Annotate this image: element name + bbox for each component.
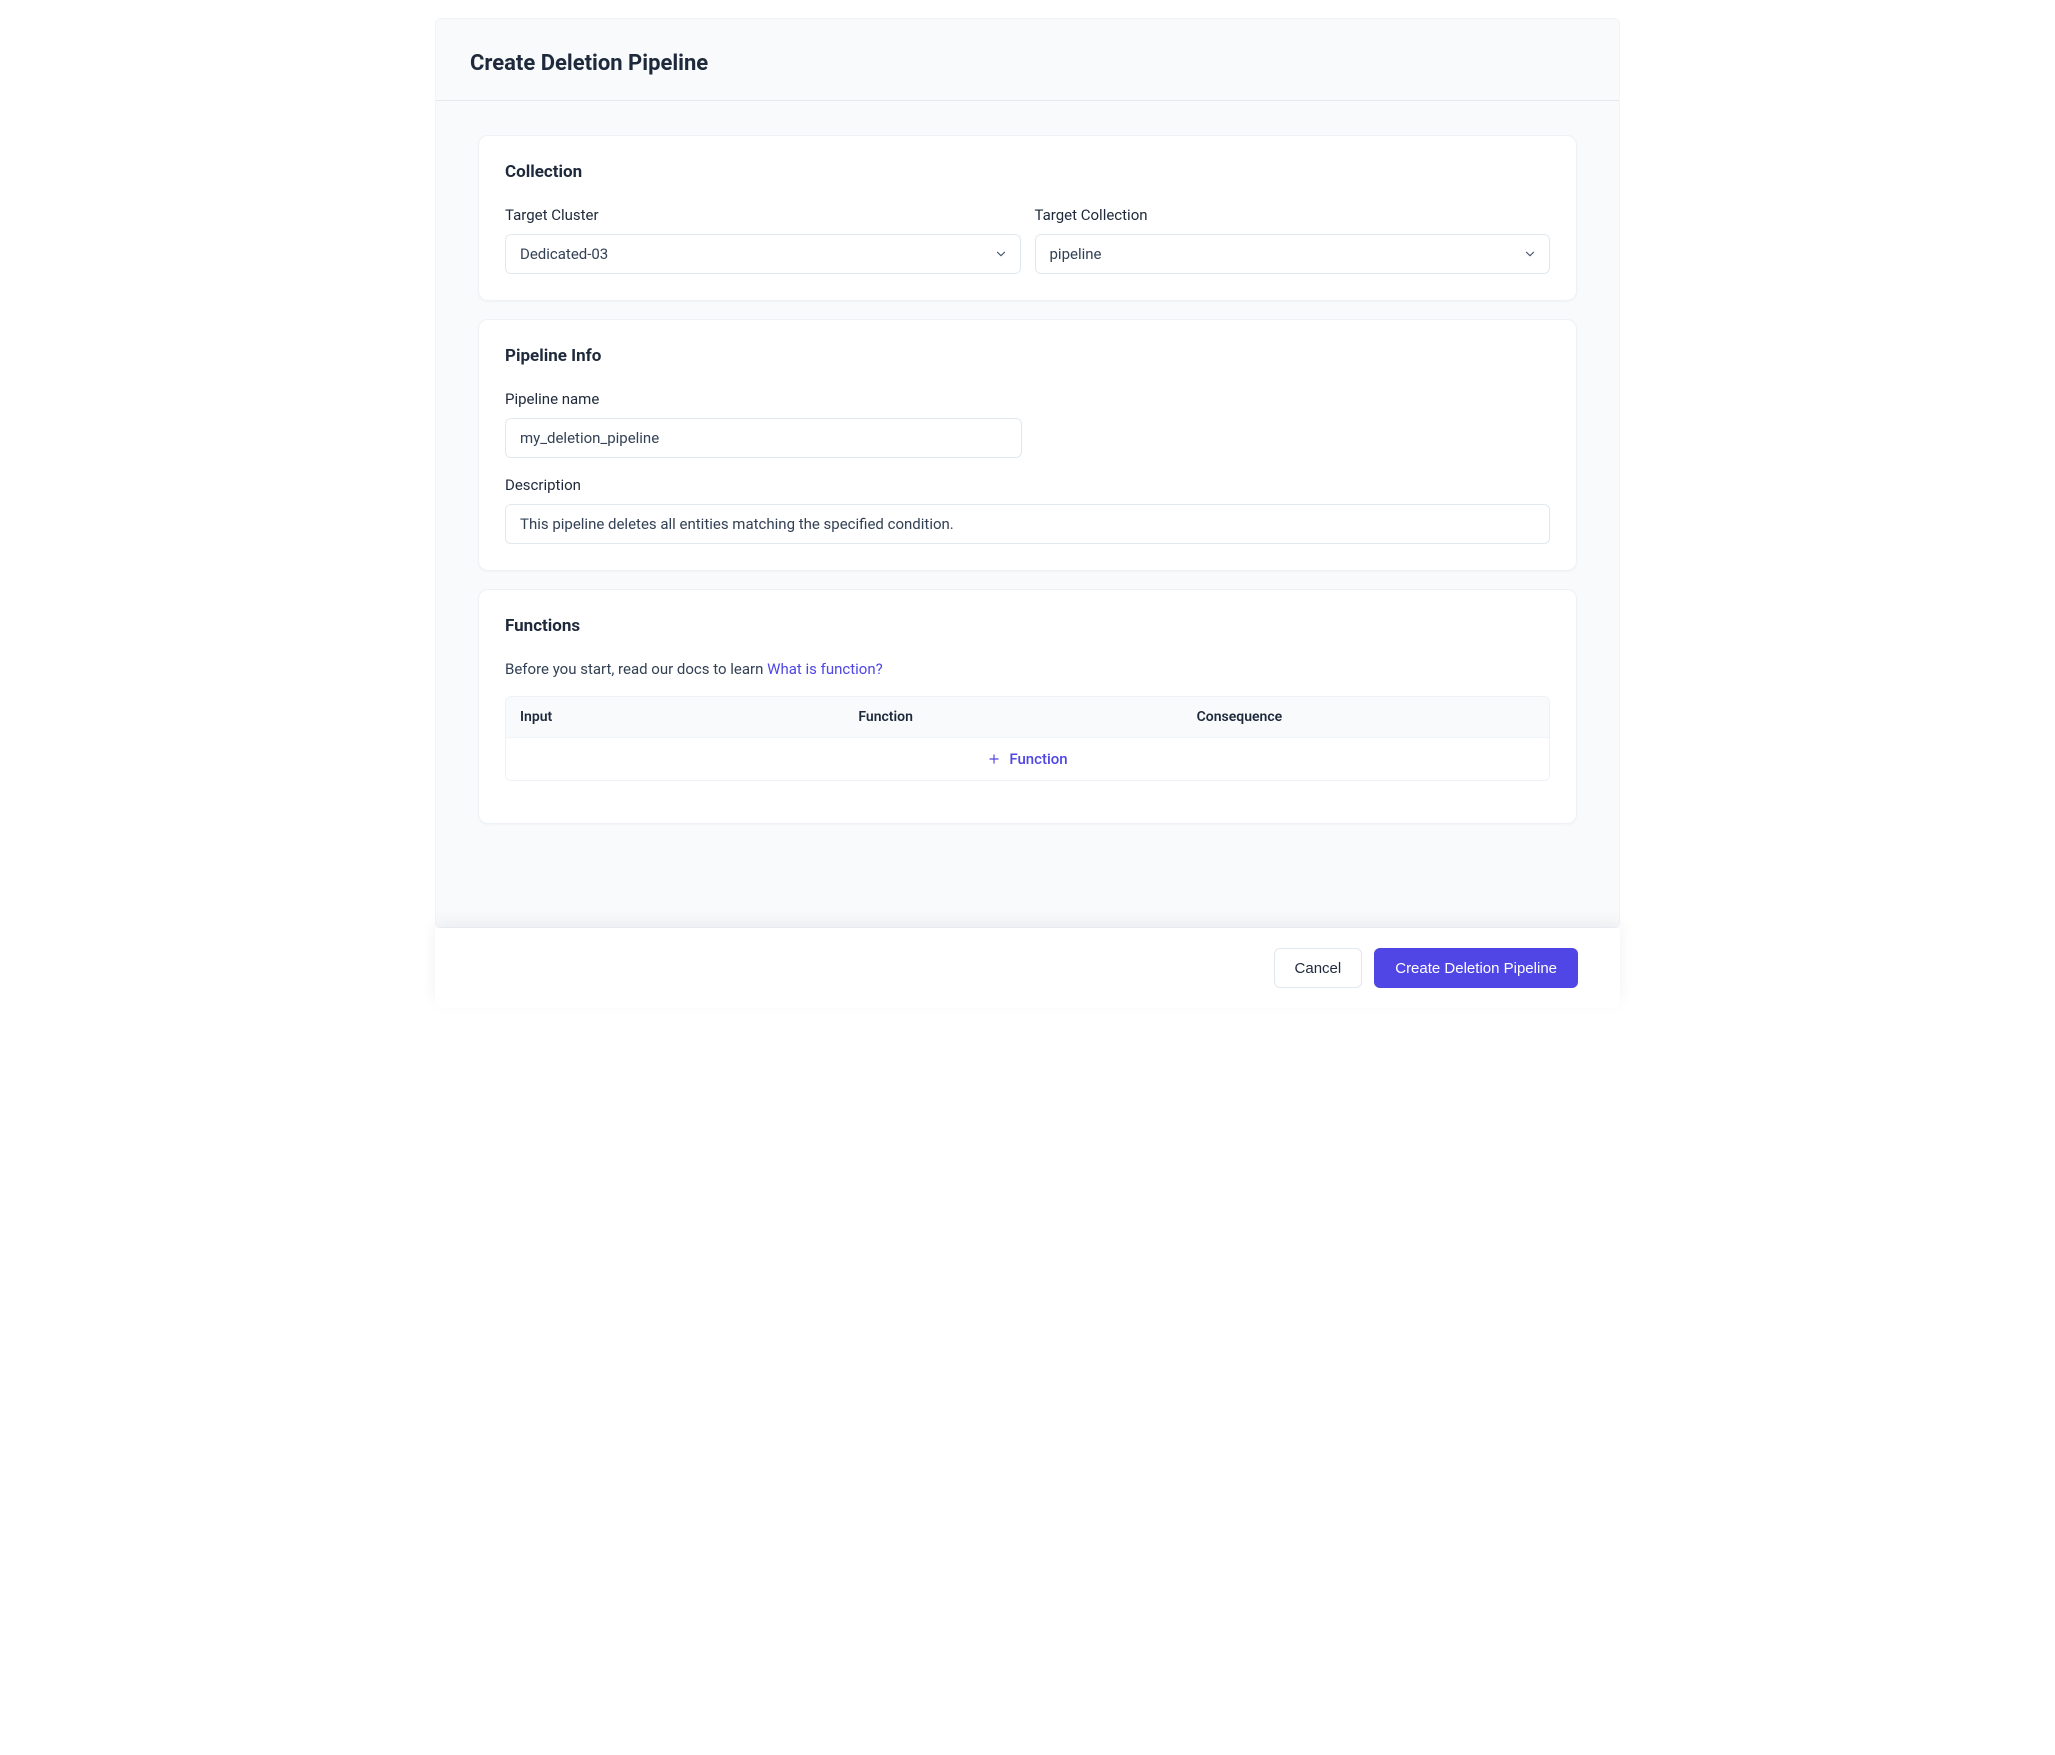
cancel-button[interactable]: Cancel (1274, 948, 1363, 988)
add-function-button[interactable]: Function (506, 737, 1549, 780)
pipeline-description-value: This pipeline deletes all entities match… (520, 515, 954, 533)
functions-col-consequence: Consequence (1197, 709, 1535, 725)
target-cluster-select[interactable]: Dedicated-03 (505, 234, 1021, 274)
pipeline-info-title: Pipeline Info (505, 346, 1550, 366)
create-pipeline-button[interactable]: Create Deletion Pipeline (1374, 948, 1578, 988)
target-cluster-value: Dedicated-03 (520, 245, 608, 263)
collection-card: Collection Target Cluster Dedicated-03 T… (478, 135, 1577, 301)
pipeline-name-label: Pipeline name (505, 390, 1022, 408)
functions-col-function: Function (858, 709, 1196, 725)
functions-table-body: Function (506, 737, 1549, 780)
target-collection-field: Target Collection pipeline (1035, 206, 1551, 274)
plus-icon (987, 752, 1001, 766)
pipeline-name-value: my_deletion_pipeline (520, 429, 659, 447)
target-collection-select[interactable]: pipeline (1035, 234, 1551, 274)
pipeline-name-input[interactable]: my_deletion_pipeline (505, 418, 1022, 458)
target-cluster-field: Target Cluster Dedicated-03 (505, 206, 1021, 274)
add-function-label: Function (1009, 750, 1067, 768)
chevron-down-icon (1523, 247, 1537, 261)
functions-table: Input Function Consequence Function (505, 696, 1550, 781)
target-collection-label: Target Collection (1035, 206, 1551, 224)
footer-bar: Cancel Create Deletion Pipeline (435, 928, 1620, 1008)
functions-title: Functions (505, 616, 1550, 636)
functions-table-header: Input Function Consequence (506, 697, 1549, 737)
target-cluster-label: Target Cluster (505, 206, 1021, 224)
pipeline-info-card: Pipeline Info Pipeline name my_deletion_… (478, 319, 1577, 571)
pipeline-description-label: Description (505, 476, 1550, 494)
target-collection-value: pipeline (1050, 245, 1102, 263)
collection-card-title: Collection (505, 162, 1550, 182)
functions-hint-text: Before you start, read our docs to learn (505, 660, 767, 678)
pipeline-description-field: Description This pipeline deletes all en… (505, 476, 1550, 544)
pipeline-description-input[interactable]: This pipeline deletes all entities match… (505, 504, 1550, 544)
pipeline-name-field: Pipeline name my_deletion_pipeline (505, 390, 1022, 458)
functions-doc-link[interactable]: What is function? (767, 660, 883, 678)
page-title: Create Deletion Pipeline (470, 51, 1585, 76)
functions-col-input: Input (520, 709, 858, 725)
functions-hint: Before you start, read our docs to learn… (505, 660, 1550, 678)
chevron-down-icon (994, 247, 1008, 261)
page-header: Create Deletion Pipeline (436, 19, 1619, 101)
functions-card: Functions Before you start, read our doc… (478, 589, 1577, 824)
